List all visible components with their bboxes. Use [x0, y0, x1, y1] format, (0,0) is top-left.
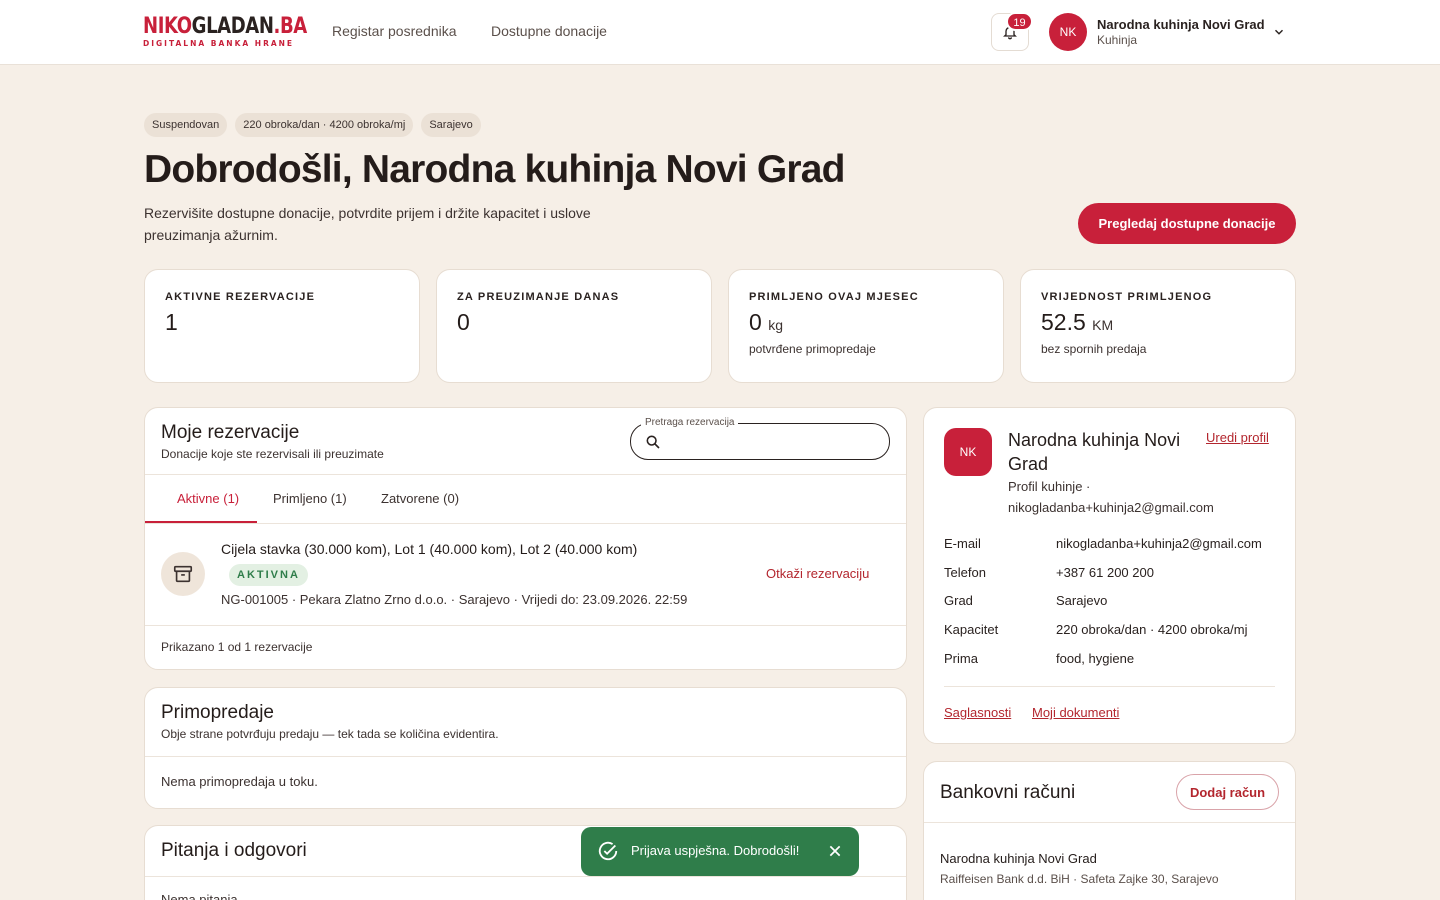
bank-accounts-title: Bankovni računi	[940, 782, 1076, 803]
handovers-card: Primopredaje Obje strane potvrđuju preda…	[144, 687, 907, 809]
stat-label: VRIJEDNOST PRIMLJENOG	[1041, 291, 1213, 303]
handovers-description: Obje strane potvrđuju predaju — tek tada…	[161, 727, 499, 741]
stat-unit: kg	[768, 317, 783, 333]
field-value: food, hygiene	[1056, 651, 1135, 666]
stat-value: 0	[457, 309, 691, 336]
city-chip: Sarajevo	[421, 113, 481, 137]
nav-link-registar-posrednika[interactable]: Registar posrednika	[332, 23, 457, 39]
reservations-description: Donacije koje ste rezervisali ili preuzi…	[161, 447, 384, 461]
divider	[924, 822, 1295, 823]
field-key: Telefon	[944, 565, 986, 580]
divider	[944, 686, 1275, 687]
capacity-chip: 220 obroka/dan · 4200 obroka/mj	[235, 113, 414, 137]
consents-link[interactable]: Saglasnosti	[944, 705, 1011, 720]
reservations-card: Moje rezervacije Donacije koje ste rezer…	[144, 407, 907, 670]
success-toast: Prijava uspješna. Dobrodošli!	[581, 827, 859, 876]
user-avatar[interactable]: NK	[1049, 13, 1087, 51]
reservations-search[interactable]: Pretraga rezervacija	[630, 417, 890, 460]
field-value: Sarajevo	[1056, 593, 1108, 608]
user-role: Kuhinja	[1097, 33, 1138, 47]
profile-avatar: NK	[944, 428, 992, 476]
reservations-title: Moje rezervacije	[161, 422, 300, 443]
logo-tagline: DIGITALNA BANKA HRANE	[143, 39, 295, 48]
stat-value: 0 kg	[749, 309, 983, 336]
profile-card: NK Narodna kuhinja Novi Grad Uredi profi…	[923, 407, 1296, 744]
logo-wordmark: NIKOGLADAN.BA	[143, 16, 307, 38]
handovers-header: Primopredaje Obje strane potvrđuju preda…	[161, 702, 499, 741]
status-chip: Suspendovan	[144, 113, 228, 137]
page-title: Dobrodošli, Narodna kuhinja Novi Grad	[144, 148, 845, 191]
reservation-meta: NG-001005 · Pekara Zlatno Zrno d.o.o. · …	[221, 592, 688, 607]
tab-active[interactable]: Aktivne (1)	[177, 491, 239, 506]
stat-number: 0	[749, 309, 762, 335]
stat-label: PRIMLJENO OVAJ MJESEC	[749, 291, 919, 303]
search-label: Pretraga rezervacija	[641, 417, 739, 428]
qa-title: Pitanja i odgovori	[161, 840, 307, 861]
field-key: Prima	[944, 651, 978, 666]
nav-link-dostupne-donacije[interactable]: Dostupne donacije	[491, 23, 607, 39]
profile-subtitle: Profil kuhinje · nikogladanba+kuhinja2@g…	[1008, 479, 1214, 515]
bank-account-name: Narodna kuhinja Novi Grad	[940, 851, 1097, 866]
stat-note: bez spornih predaja	[1041, 342, 1147, 356]
archive-box-icon	[161, 552, 205, 596]
stat-number: 0	[457, 309, 470, 335]
handovers-title: Primopredaje	[161, 702, 274, 723]
close-icon[interactable]	[827, 843, 843, 859]
cancel-reservation-button[interactable]: Otkaži rezervaciju	[766, 566, 869, 581]
stat-unit: KM	[1092, 317, 1114, 333]
top-navigation-bar: NIKOGLADAN.BA DIGITALNA BANKA HRANE Regi…	[0, 0, 1440, 65]
stat-card-received-month: PRIMLJENO OVAJ MJESEC 0 kg potvrđene pri…	[728, 269, 1004, 383]
stat-card-pickup-today: ZA PREUZIMANJE DANAS 0	[436, 269, 712, 383]
active-tab-indicator	[145, 521, 257, 523]
search-input[interactable]	[669, 432, 869, 452]
notifications-count-badge: 19	[1006, 12, 1033, 31]
field-value: 220 obroka/dan · 4200 obroka/mj	[1056, 622, 1248, 637]
my-documents-link[interactable]: Moji dokumenti	[1032, 705, 1119, 720]
bank-accounts-card: Bankovni računi Dodaj račun Narodna kuhi…	[923, 761, 1296, 900]
qa-empty: Nema pitanja	[161, 892, 238, 900]
user-name[interactable]: Narodna kuhinja Novi Grad	[1097, 17, 1265, 32]
status-chips: Suspendovan 220 obroka/dan · 4200 obroka…	[144, 113, 481, 137]
divider	[145, 756, 906, 757]
stat-number: 1	[165, 309, 178, 335]
bank-account-details: Raiffeisen Bank d.d. BiH · Safeta Zajke …	[940, 872, 1219, 886]
stat-value: 1	[165, 309, 399, 336]
toast-message: Prijava uspješna. Dobrodošli!	[631, 843, 800, 858]
chevron-down-icon[interactable]	[1272, 25, 1286, 39]
page-subtitle: Rezervišite dostupne donacije, potvrdite…	[144, 205, 591, 243]
status-badge: AKTIVNA	[229, 564, 308, 586]
field-key: E-mail	[944, 536, 981, 551]
stat-card-received-value: VRIJEDNOST PRIMLJENOG 52.5 KM bez sporni…	[1020, 269, 1296, 383]
brand-logo[interactable]: NIKOGLADAN.BA DIGITALNA BANKA HRANE	[143, 16, 343, 49]
edit-profile-link[interactable]: Uredi profil	[1206, 430, 1269, 445]
search-icon	[646, 435, 660, 449]
reservation-row[interactable]: Cijela stavka (30.000 kom), Lot 1 (40.00…	[145, 524, 906, 626]
reservations-header: Moje rezervacije Donacije koje ste rezer…	[161, 422, 384, 461]
logo-part-ba: .BA	[273, 14, 308, 39]
stat-card-active-reservations: AKTIVNE REZERVACIJE 1	[144, 269, 420, 383]
check-circle-icon	[598, 841, 618, 861]
logo-part-gladan: GLADAN	[191, 14, 274, 39]
field-value: +387 61 200 200	[1056, 565, 1154, 580]
reservations-count: Prikazano 1 od 1 rezervacije	[161, 640, 313, 654]
field-key: Grad	[944, 593, 973, 608]
stat-number: 52.5	[1041, 309, 1086, 335]
add-account-button[interactable]: Dodaj račun	[1176, 774, 1279, 810]
divider	[145, 876, 906, 877]
stat-value: 52.5 KM	[1041, 309, 1275, 336]
tab-closed[interactable]: Zatvorene (0)	[381, 491, 459, 506]
reservation-tabs: Aktivne (1) Primljeno (1) Zatvorene (0)	[145, 474, 906, 524]
reservation-title: Cijela stavka (30.000 kom), Lot 1 (40.00…	[221, 541, 638, 557]
field-key: Kapacitet	[944, 622, 999, 637]
stat-label: ZA PREUZIMANJE DANAS	[457, 291, 620, 303]
handovers-empty: Nema primopredaja u toku.	[161, 774, 318, 789]
stat-label: AKTIVNE REZERVACIJE	[165, 291, 316, 303]
profile-name: Narodna kuhinja Novi Grad	[1008, 430, 1181, 474]
logo-part-niko: NIKO	[143, 14, 192, 39]
field-value: nikogladanba+kuhinja2@gmail.com	[1056, 536, 1262, 551]
browse-donations-button[interactable]: Pregledaj dostupne donacije	[1078, 203, 1296, 244]
tab-received[interactable]: Primljeno (1)	[273, 491, 347, 506]
stat-note: potvrđene primopredaje	[749, 342, 876, 356]
